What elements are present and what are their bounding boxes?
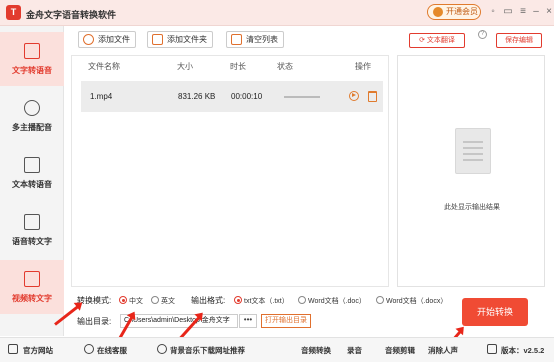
speech-to-text-icon [24, 214, 40, 230]
close-icon[interactable]: × [543, 6, 554, 18]
download-icon[interactable] [487, 344, 497, 354]
sidebar-item-document-to-speech[interactable]: 文本转语音 [0, 146, 64, 200]
radio-txt[interactable] [234, 296, 242, 304]
radio-english[interactable] [151, 296, 159, 304]
video-to-text-icon [24, 271, 40, 287]
text-translate-label: 文本翻译 [426, 37, 455, 44]
sidebar-item-speech-to-text[interactable]: 语音转文字 [0, 203, 64, 257]
message-icon[interactable]: ▭ [502, 6, 514, 18]
preview-placeholder-text: 此处显示输出结果 [444, 204, 500, 211]
file-size: 831.26 KB [178, 92, 216, 101]
add-folder-button[interactable]: 添加文件夹 [147, 31, 213, 48]
music-icon [157, 344, 167, 354]
vocal-remove-link[interactable]: 消除人声 [428, 345, 458, 356]
crown-icon [433, 7, 443, 17]
help-icon[interactable]: ? [478, 30, 487, 39]
audio-edit-link[interactable]: 音频剪辑 [385, 345, 415, 356]
radio-chinese[interactable] [119, 296, 127, 304]
text-to-speech-icon [24, 43, 40, 59]
document-icon [455, 128, 491, 174]
vip-button[interactable]: 开通会员 [427, 4, 481, 20]
trash-icon[interactable] [368, 91, 377, 102]
customer-service-link[interactable]: 在线客服 [97, 345, 127, 356]
record-link[interactable]: 录音 [347, 345, 362, 356]
save-edit-button[interactable]: 保存编辑 [496, 33, 542, 48]
title-bar: T 金舟文字语音转换软件 开通会员 ◦ ▭ ≡ – × [0, 0, 554, 26]
add-file-button[interactable]: 添加文件 [78, 31, 136, 48]
minimize-icon[interactable]: – [530, 6, 542, 18]
format-label: 输出格式: [191, 296, 226, 305]
sidebar-item-label: 文本转语音 [12, 180, 52, 189]
app-title: 金舟文字语音转换软件 [26, 10, 117, 20]
sidebar: 文字转语音 多主播配音 文本转语音 语音转文字 视频转文字 [0, 26, 64, 336]
sidebar-item-text-to-speech[interactable]: 文字转语音 [0, 32, 64, 86]
file-table: 文件名称 大小 时长 状态 操作 1.mp4 831.26 KB 00:00:1… [71, 55, 389, 287]
clear-list-button[interactable]: 清空列表 [226, 31, 284, 48]
start-convert-button[interactable]: 开始转换 [462, 298, 528, 326]
translate-icon: ⟳ [419, 37, 427, 44]
clear-list-label: 清空列表 [246, 35, 278, 44]
document-to-speech-icon [24, 157, 40, 173]
radio-txt-label: txt文本（.txt） [244, 298, 289, 305]
audio-convert-link[interactable]: 音频转换 [301, 345, 331, 356]
radio-chinese-label: 中文 [129, 298, 143, 305]
add-folder-label: 添加文件夹 [167, 35, 207, 44]
sidebar-item-label: 语音转文字 [12, 237, 52, 246]
status-bar: 官方网站 在线客服 背景音乐下载网址推荐 音频转换 录音 音频剪辑 消除人声 版… [0, 337, 554, 362]
browse-button[interactable]: ••• [239, 314, 257, 328]
column-header-name: 文件名称 [88, 62, 120, 71]
headset-icon [84, 344, 94, 354]
file-name: 1.mp4 [90, 92, 113, 101]
output-dir-label: 输出目录: [77, 317, 112, 326]
open-output-dir-button[interactable]: 打开输出目录 [261, 314, 311, 328]
sidebar-item-label: 文字转语音 [12, 66, 52, 75]
sidebar-item-multi-voice[interactable]: 多主播配音 [0, 89, 64, 143]
sidebar-item-label: 视频转文字 [12, 294, 52, 303]
plus-icon [83, 34, 94, 45]
column-header-duration: 时长 [230, 62, 246, 71]
sidebar-item-label: 多主播配音 [12, 123, 52, 132]
output-preview-panel: 此处显示输出结果 [397, 55, 545, 287]
radio-doc-label: Word文档（.doc） [308, 298, 366, 305]
broom-icon [231, 34, 242, 45]
radio-docx[interactable] [376, 296, 384, 304]
bgm-download-link[interactable]: 背景音乐下载网址推荐 [170, 345, 245, 356]
vip-label: 开通会员 [446, 7, 478, 16]
table-row[interactable]: 1.mp4 831.26 KB 00:00:10 [81, 81, 383, 112]
radio-docx-label: Word文档（.docx） [386, 298, 448, 305]
app-logo: T [6, 5, 21, 20]
file-duration: 00:00:10 [231, 92, 263, 101]
multi-voice-icon [24, 100, 40, 116]
column-header-size: 大小 [177, 62, 193, 71]
sidebar-item-video-to-text[interactable]: 视频转文字 [0, 260, 64, 314]
folder-icon [152, 34, 163, 45]
play-icon[interactable] [349, 91, 359, 101]
monitor-icon [8, 344, 18, 354]
column-header-actions: 操作 [355, 62, 371, 71]
menu-icon[interactable]: ≡ [517, 6, 529, 18]
user-icon[interactable]: ◦ [487, 6, 499, 18]
add-file-label: 添加文件 [98, 35, 130, 44]
version-text: 版本：v2.5.2 [501, 346, 545, 355]
text-translate-button[interactable]: ⟳ 文本翻译 [409, 33, 465, 48]
radio-doc[interactable] [298, 296, 306, 304]
column-header-status: 状态 [277, 62, 293, 71]
radio-english-label: 英文 [161, 298, 175, 305]
official-site-link[interactable]: 官方网站 [23, 345, 53, 356]
status-progress-bar [284, 96, 320, 98]
